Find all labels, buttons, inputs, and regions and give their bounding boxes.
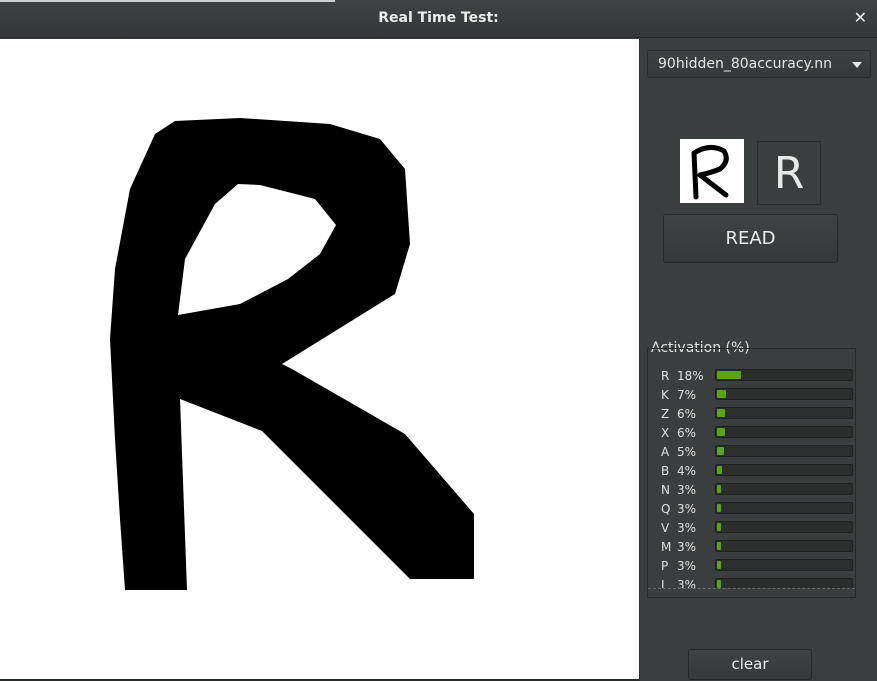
activation-row-r: R 18% xyxy=(648,367,855,386)
activation-percent: 3% xyxy=(677,559,697,573)
activation-letter: A xyxy=(661,445,670,459)
activation-letter: Z xyxy=(661,407,670,421)
activation-percent: 3% xyxy=(677,483,697,497)
activation-percent: 7% xyxy=(677,388,697,402)
activation-bar xyxy=(715,559,853,571)
activation-bar xyxy=(715,502,853,514)
activation-bar xyxy=(715,483,853,495)
activation-letter: X xyxy=(661,426,670,440)
activation-row-p: P 3% xyxy=(648,557,855,576)
activation-bar xyxy=(715,521,853,533)
activation-bar xyxy=(715,407,853,419)
activation-percent: 3% xyxy=(677,540,697,554)
activation-list[interactable]: R 18% K 7% Z 6% X 6% A 5% B 4% N 3% Q 3% V 3% M 3% P 3% I 3% xyxy=(647,348,856,598)
activation-percent: 5% xyxy=(677,445,697,459)
activation-letter: P xyxy=(661,559,669,573)
activation-row-x: X 6% xyxy=(648,424,855,443)
activation-letter: R xyxy=(661,369,670,383)
activation-row-z: Z 6% xyxy=(648,405,855,424)
input-preview-thumbnail xyxy=(680,139,744,203)
activation-bar-fill xyxy=(717,447,724,455)
activation-row-v: V 3% xyxy=(648,519,855,538)
activation-bar-fill xyxy=(717,466,722,474)
activation-bar xyxy=(715,464,853,476)
activation-percent: 6% xyxy=(677,426,697,440)
activation-bar-fill xyxy=(717,561,721,569)
preview-letter-r xyxy=(691,145,729,200)
activation-bar-fill xyxy=(717,428,725,436)
activation-bar-fill xyxy=(717,542,721,550)
window-title: Real Time Test: xyxy=(378,10,499,26)
activation-bar-fill xyxy=(717,371,741,379)
drawing-canvas[interactable] xyxy=(0,39,639,679)
window-top-edge xyxy=(0,0,335,2)
predicted-letter: R xyxy=(757,141,821,205)
activation-bar-fill xyxy=(717,409,725,417)
activation-letter: Q xyxy=(661,502,671,516)
activation-bar xyxy=(715,388,853,400)
activation-bar-fill xyxy=(717,504,721,512)
activation-row-n: N 3% xyxy=(648,481,855,500)
activation-row-m: M 3% xyxy=(648,538,855,557)
network-select-value: 90hidden_80accuracy.nn xyxy=(658,56,833,72)
activation-letter: M xyxy=(661,540,672,554)
activation-percent: 18% xyxy=(677,369,704,383)
network-select[interactable]: 90hidden_80accuracy.nn xyxy=(647,50,871,78)
activation-bar-fill xyxy=(717,523,721,531)
activation-bar xyxy=(715,445,853,457)
activation-row-k: K 7% xyxy=(648,386,855,405)
activation-bar-fill xyxy=(717,485,721,493)
activation-percent: 6% xyxy=(677,407,697,421)
activation-letter: K xyxy=(661,388,669,402)
activation-bar xyxy=(715,369,853,381)
activation-row-q: Q 3% xyxy=(648,500,855,519)
activation-percent: 3% xyxy=(677,502,697,516)
activation-percent: 3% xyxy=(677,521,697,535)
activation-row-a: A 5% xyxy=(648,443,855,462)
activation-bar-fill xyxy=(717,390,726,398)
activation-row-b: B 4% xyxy=(648,462,855,481)
list-scroll-edge xyxy=(648,588,855,597)
activation-percent: 4% xyxy=(677,464,697,478)
drawn-letter-r xyxy=(110,118,474,590)
activation-bar-fill xyxy=(717,580,721,588)
control-panel: 90hidden_80accuracy.nn R READ Activation… xyxy=(639,39,877,681)
chevron-down-icon xyxy=(852,62,862,68)
activation-bar xyxy=(715,426,853,438)
clear-button[interactable]: clear xyxy=(688,649,812,680)
close-icon[interactable]: ✕ xyxy=(854,8,867,27)
activation-letter: B xyxy=(661,464,670,478)
title-bar: Real Time Test: ✕ xyxy=(0,0,877,38)
activation-bar xyxy=(715,540,853,552)
activation-letter: V xyxy=(661,521,670,535)
activation-letter: N xyxy=(661,483,670,497)
read-button[interactable]: READ xyxy=(663,214,838,263)
